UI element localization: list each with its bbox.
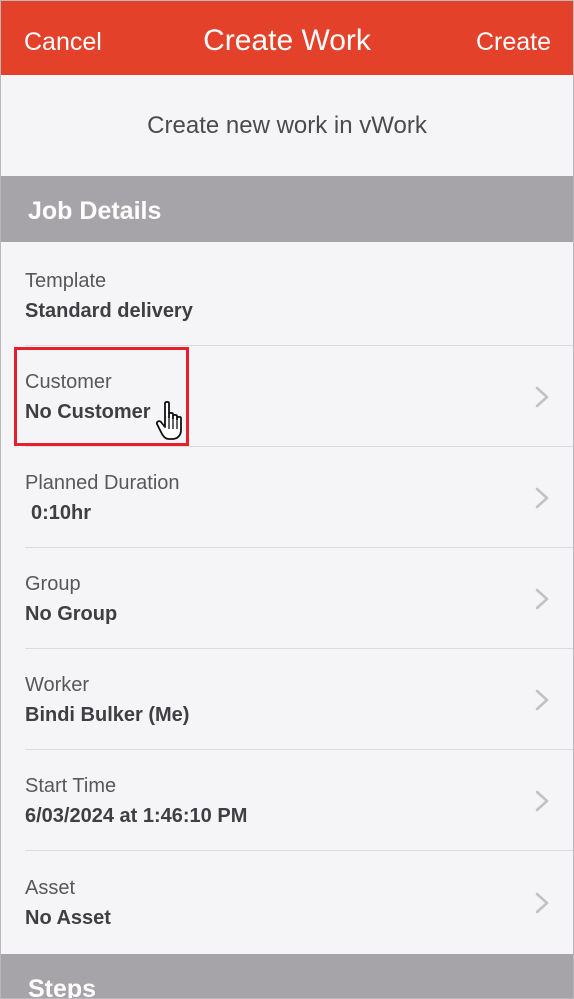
app-screen: Cancel Create Work Create Create new wor… [0, 0, 574, 999]
page-subtitle: Create new work in vWork [147, 112, 427, 139]
chevron-right-icon [535, 790, 549, 812]
start-time-value: 6/03/2024 at 1:46:10 PM [25, 805, 248, 827]
section-header-job-details: Job Details [1, 176, 573, 242]
divider [25, 850, 573, 851]
worker-label: Worker [25, 674, 90, 696]
navigation-bar: Cancel Create Work Create [1, 1, 573, 75]
start-time-row[interactable]: Start Time 6/03/2024 at 1:46:10 PM [1, 750, 573, 851]
template-value: Standard delivery [25, 300, 193, 322]
template-row: Template Standard delivery [1, 245, 573, 346]
planned-duration-row[interactable]: Planned Duration 0:10hr [1, 447, 573, 548]
asset-value: No Asset [25, 907, 111, 929]
section-header-steps: Steps [1, 954, 573, 999]
planned-duration-label: Planned Duration [25, 472, 180, 494]
worker-row[interactable]: Worker Bindi Bulker (Me) [1, 649, 573, 750]
chevron-right-icon [535, 689, 549, 711]
chevron-right-icon [535, 487, 549, 509]
chevron-right-icon [535, 588, 549, 610]
start-time-label: Start Time [25, 775, 117, 797]
worker-value: Bindi Bulker (Me) [25, 704, 190, 726]
group-value: No Group [25, 603, 118, 625]
group-row[interactable]: Group No Group [1, 548, 573, 649]
section-title: Job Details [28, 197, 162, 225]
hand-pointer-cursor-icon [155, 400, 182, 440]
asset-label: Asset [25, 877, 76, 899]
asset-row[interactable]: Asset No Asset [1, 852, 573, 953]
chevron-right-icon [535, 892, 549, 914]
create-button[interactable]: Create [476, 27, 551, 57]
planned-duration-value: 0:10hr [31, 502, 92, 524]
chevron-right-icon [535, 386, 549, 408]
section-title: Steps [28, 975, 97, 999]
group-label: Group [25, 573, 81, 595]
template-label: Template [25, 270, 107, 292]
